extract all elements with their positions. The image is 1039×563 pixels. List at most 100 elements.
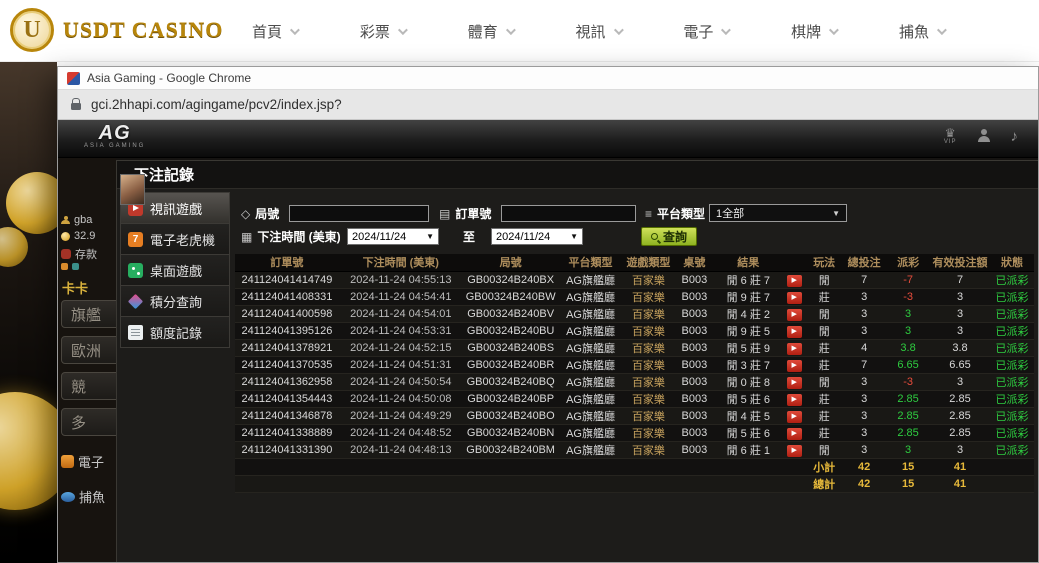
sidebar-item-points-query[interactable]: 積分查詢 xyxy=(120,285,230,317)
nav-item-label: 彩票 xyxy=(360,21,390,42)
cell-platform: AG旗艦廳 xyxy=(559,373,623,390)
cell-status: 已派彩 xyxy=(990,373,1034,390)
nav-item-slots[interactable]: 電子 xyxy=(683,21,728,42)
chevron-down-icon xyxy=(829,25,839,35)
cell-time: 2024-11-24 04:51:31 xyxy=(339,356,463,373)
nav-item-sports[interactable]: 體育 xyxy=(468,21,513,42)
cell-platform: AG旗艦廳 xyxy=(559,390,623,407)
music-note-icon[interactable] xyxy=(1011,128,1019,145)
nav-item-fishing[interactable]: 捕魚 xyxy=(899,21,944,42)
ag-app: AG ASIA GAMING gba 32.9 xyxy=(58,120,1038,562)
hall-button-competition[interactable]: 競 xyxy=(61,372,116,400)
cell-platform: AG旗艦廳 xyxy=(559,339,623,356)
replay-button[interactable]: ▶ xyxy=(787,326,802,338)
site-nav: 首頁 彩票 體育 視訊 電子 棋牌 捕魚 xyxy=(252,0,944,62)
cell-replay: ▶ xyxy=(782,407,806,424)
chevron-down-icon xyxy=(398,25,408,35)
cell-status: 已派彩 xyxy=(990,305,1034,322)
date-to-picker[interactable]: 2024/11/24 ▼ xyxy=(491,228,583,245)
round-input[interactable] xyxy=(289,205,429,222)
lobby-slots-item[interactable]: 電子 xyxy=(61,452,104,471)
nav-item-home[interactable]: 首頁 xyxy=(252,21,297,42)
sidebar-item-table-games[interactable]: 桌面遊戲 xyxy=(120,254,230,286)
cell-game: 百家樂 xyxy=(622,322,674,339)
support-person-icon[interactable] xyxy=(977,129,991,143)
popup-url-bar[interactable]: gci.2hhapi.com/agingame/pcv2/index.jsp? xyxy=(58,90,1038,120)
dropdown-arrow-icon: ▼ xyxy=(426,232,434,241)
platform-select[interactable]: 1全部 ▼ xyxy=(709,204,847,222)
table-head: 訂單號下注時間 (美東)局號平台類型遊戲類型桌號結果玩法總投注派彩有效投注額狀態 xyxy=(235,254,1034,271)
order-input[interactable] xyxy=(501,205,636,222)
cell-round: GB00324B240BV xyxy=(463,305,559,322)
ag-logo[interactable]: AG ASIA GAMING xyxy=(84,124,145,149)
cell-valid-bet: 6.65 xyxy=(930,356,990,373)
cell-valid-bet: 3 xyxy=(930,305,990,322)
cell-payout: -3 xyxy=(886,373,930,390)
sidebar-item-label: 桌面遊戲 xyxy=(150,261,202,280)
nav-item-live[interactable]: 視訊 xyxy=(575,21,620,42)
summary-row-total: 總計421541 xyxy=(235,475,1034,492)
date-from-picker[interactable]: 2024/11/24 ▼ xyxy=(347,228,439,245)
cell-game: 百家樂 xyxy=(622,271,674,288)
replay-button[interactable]: ▶ xyxy=(787,309,802,321)
sidebar-item-slot-machines[interactable]: 電子老虎機 xyxy=(120,223,230,255)
gold-coin-image xyxy=(0,227,28,267)
lobby-deposit[interactable]: 存款 xyxy=(61,246,97,262)
cell-status: 已派彩 xyxy=(990,288,1034,305)
vip-icon[interactable] xyxy=(944,127,957,145)
cell-total-bet: 3 xyxy=(842,424,886,441)
gem-icon xyxy=(128,293,143,308)
cell-time: 2024-11-24 04:55:13 xyxy=(339,271,463,288)
replay-button[interactable]: ▶ xyxy=(787,360,802,372)
replay-button[interactable]: ▶ xyxy=(787,275,802,287)
replay-button[interactable]: ▶ xyxy=(787,428,802,440)
hall-button-flagship[interactable]: 旗艦 xyxy=(61,300,116,328)
lobby-fishing-item[interactable]: 捕魚 xyxy=(61,487,105,506)
search-icon xyxy=(651,233,658,240)
replay-button[interactable]: ▶ xyxy=(787,411,802,423)
hall-button-multi[interactable]: 多 xyxy=(61,408,116,436)
table-row: 2411240413544432024-11-24 04:50:08GB0032… xyxy=(235,390,1034,407)
nav-item-lottery[interactable]: 彩票 xyxy=(360,21,405,42)
calendar-icon: ▦ xyxy=(241,230,252,244)
nav-item-cards[interactable]: 棋牌 xyxy=(791,21,836,42)
cell-status: 已派彩 xyxy=(990,271,1034,288)
dropdown-arrow-icon: ▼ xyxy=(570,232,578,241)
cell-valid-bet: 2.85 xyxy=(930,407,990,424)
cell-valid-bet: 7 xyxy=(930,271,990,288)
deposit-label: 存款 xyxy=(75,246,97,262)
background-art xyxy=(0,62,57,563)
hall-button-europe[interactable]: 歐洲 xyxy=(61,336,116,364)
search-button[interactable]: 查詢 xyxy=(641,227,697,246)
site-logo[interactable]: U USDT CASINO xyxy=(10,8,223,52)
cell-platform: AG旗艦廳 xyxy=(559,288,623,305)
cell-result: 閒 9 莊 7 xyxy=(714,288,782,305)
replay-button[interactable]: ▶ xyxy=(787,377,802,389)
cell-time: 2024-11-24 04:50:54 xyxy=(339,373,463,390)
cell-table: B003 xyxy=(674,339,714,356)
cell-table: B003 xyxy=(674,322,714,339)
table-header-row: 訂單號下注時間 (美東)局號平台類型遊戲類型桌號結果玩法總投注派彩有效投注額狀態 xyxy=(235,254,1034,271)
nav-item-label: 視訊 xyxy=(575,21,605,42)
table-row: 2411240413388892024-11-24 04:48:52GB0032… xyxy=(235,424,1034,441)
cell-platform: AG旗艦廳 xyxy=(559,407,623,424)
to-label: 至 xyxy=(463,228,475,245)
cell-payout: 2.85 xyxy=(886,390,930,407)
replay-button[interactable]: ▶ xyxy=(787,445,802,457)
replay-button[interactable]: ▶ xyxy=(787,292,802,304)
cell-table: B003 xyxy=(674,356,714,373)
replay-button[interactable]: ▶ xyxy=(787,394,802,406)
slots-label: 電子 xyxy=(78,452,104,471)
cell-payout: 3 xyxy=(886,441,930,458)
popup-titlebar[interactable]: Asia Gaming - Google Chrome xyxy=(58,67,1038,90)
sidebar-item-credit-records[interactable]: 額度記錄 xyxy=(120,316,230,348)
replay-button[interactable]: ▶ xyxy=(787,343,802,355)
cell-round: GB00324B240BN xyxy=(463,424,559,441)
cell-game: 百家樂 xyxy=(622,288,674,305)
summary-row-subtotal: 小計421541 xyxy=(235,458,1034,475)
summary-valid-bet: 41 xyxy=(930,475,990,492)
cell-order: 241124041338889 xyxy=(235,424,339,441)
cell-platform: AG旗艦廳 xyxy=(559,305,623,322)
cell-play: 閒 xyxy=(806,305,842,322)
cell-payout: 2.85 xyxy=(886,424,930,441)
